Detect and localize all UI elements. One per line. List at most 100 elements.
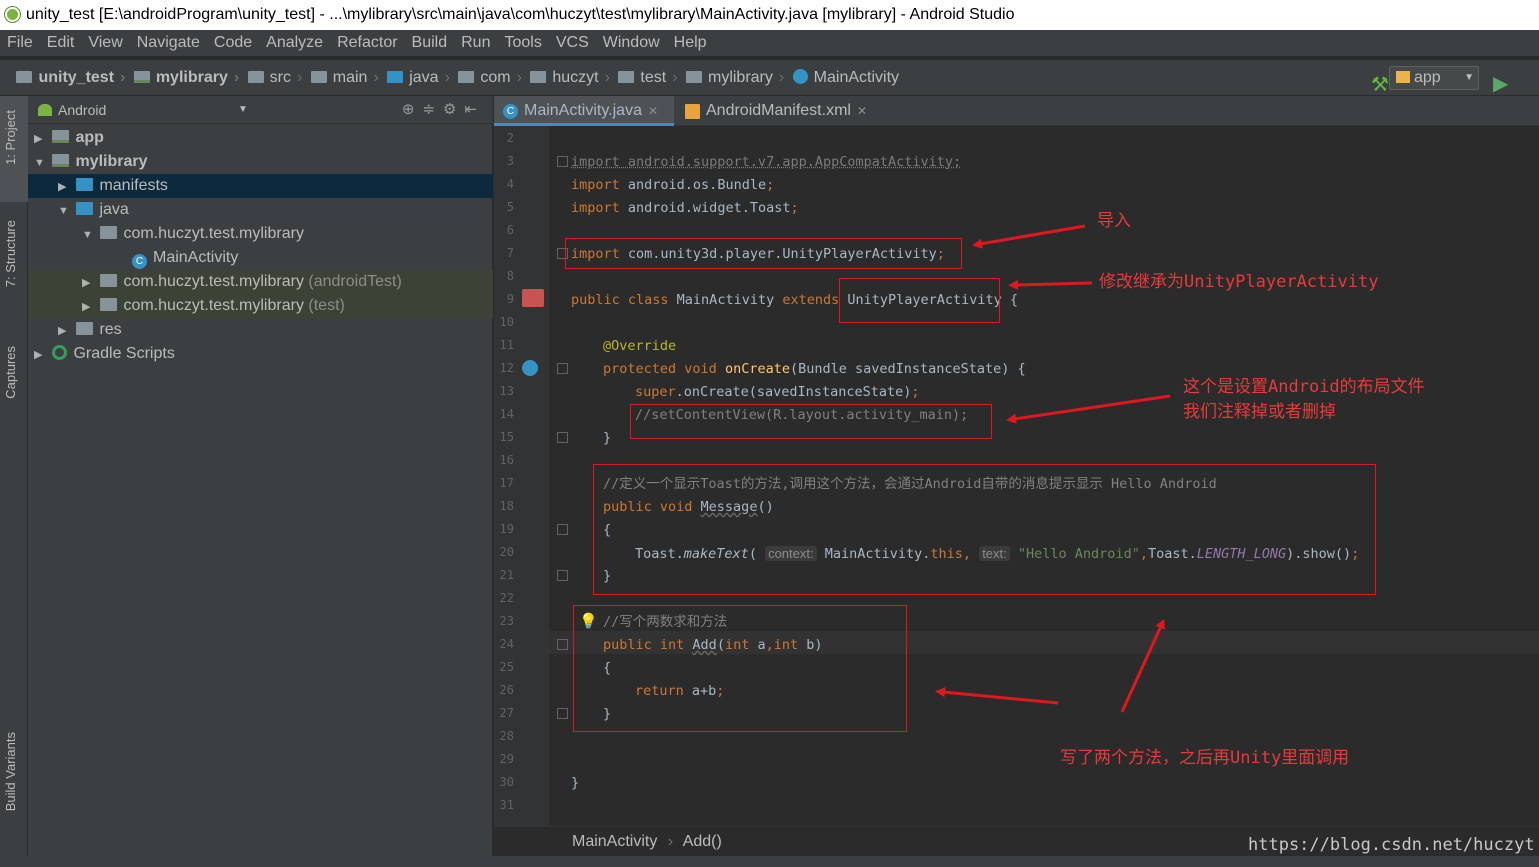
expand-arrow-icon[interactable]: ▶ xyxy=(34,127,48,151)
expand-arrow-icon[interactable]: ▶ xyxy=(58,175,72,199)
line-number: 16 xyxy=(499,453,514,467)
folder-icon xyxy=(76,178,94,191)
collapse-all-icon[interactable]: ≑ xyxy=(422,101,443,118)
fold-marker-icon[interactable] xyxy=(557,363,568,374)
tool-tab-build-variants[interactable]: Build Variants xyxy=(3,732,18,811)
nav-crumb-main[interactable]: main › xyxy=(310,60,379,96)
tree-item-gradle-scripts[interactable]: ▶ Gradle Scripts xyxy=(28,342,493,366)
nav-crumb-project[interactable]: unity_test › xyxy=(16,60,125,96)
menu-analyze[interactable]: Analyze xyxy=(259,30,330,56)
nav-crumb-huczyt[interactable]: huczyt › xyxy=(530,60,610,96)
chevron-down-icon: ▼ xyxy=(1464,72,1474,83)
expand-arrow-icon[interactable]: ▶ xyxy=(58,319,72,343)
folder-icon xyxy=(310,71,327,83)
nav-crumb-test[interactable]: test › xyxy=(618,60,678,96)
line-number: 30 xyxy=(499,775,514,789)
android-studio-icon xyxy=(5,7,20,22)
line-number: 4 xyxy=(506,177,514,191)
nav-crumb-module[interactable]: mylibrary › xyxy=(133,60,239,96)
package-icon xyxy=(530,71,547,83)
code-line-15: } xyxy=(603,430,612,446)
line-number: 29 xyxy=(499,752,514,766)
nav-crumb-com[interactable]: com › xyxy=(458,60,522,96)
line-number: 8 xyxy=(506,269,514,283)
android-activity-gutter-icon[interactable] xyxy=(522,289,544,307)
hide-panel-icon[interactable]: ⇤ xyxy=(464,101,485,118)
tree-item-mainactivity[interactable]: C MainActivity xyxy=(28,246,493,270)
menu-code[interactable]: Code xyxy=(207,30,259,56)
gear-icon[interactable]: ⚙ xyxy=(443,101,464,118)
tree-item-package-test[interactable]: ▶ com.huczyt.test.mylibrary (test) xyxy=(28,294,493,318)
source-folder-icon xyxy=(387,71,404,83)
tab-androidmanifest-xml[interactable]: AndroidManifest.xml ✕ xyxy=(676,96,876,126)
class-icon: C xyxy=(503,104,518,119)
collapse-arrow-icon[interactable]: ▼ xyxy=(82,223,96,247)
module-icon xyxy=(133,71,150,83)
tree-item-manifests[interactable]: ▶ manifests xyxy=(28,174,493,198)
fold-marker-icon[interactable] xyxy=(557,524,568,535)
class-icon xyxy=(792,69,808,84)
fold-marker-icon[interactable] xyxy=(557,639,568,650)
nav-crumb-mainactivity[interactable]: MainActivity xyxy=(792,60,899,96)
nav-crumb-mylibrary[interactable]: mylibrary › xyxy=(685,60,784,96)
code-line-11: @Override xyxy=(603,338,677,354)
navigation-bar: unity_test › mylibrary › src › main › java › … xyxy=(0,60,1539,96)
close-icon[interactable]: ✕ xyxy=(648,104,658,118)
res-folder-icon xyxy=(76,322,94,335)
tree-item-app[interactable]: ▶ app xyxy=(28,126,493,150)
line-number: 21 xyxy=(499,568,514,582)
menu-view[interactable]: View xyxy=(81,30,129,56)
line-number: 23 xyxy=(499,614,514,628)
line-number: 14 xyxy=(499,407,514,421)
menu-run[interactable]: Run xyxy=(454,30,497,56)
breadcrumb-method[interactable]: Add() xyxy=(683,833,722,850)
menu-edit[interactable]: Edit xyxy=(40,30,82,56)
expand-arrow-icon[interactable]: ▶ xyxy=(82,295,96,319)
tool-tab-structure[interactable]: 7: Structure xyxy=(3,220,18,287)
tree-item-java[interactable]: ▼ java xyxy=(28,198,493,222)
menu-help[interactable]: Help xyxy=(667,30,714,56)
menu-vcs[interactable]: VCS xyxy=(549,30,596,56)
android-icon xyxy=(38,104,52,116)
menu-tools[interactable]: Tools xyxy=(497,30,548,56)
fold-marker-icon[interactable] xyxy=(557,156,568,167)
scroll-from-source-icon[interactable]: ⊕ xyxy=(402,101,423,118)
chevron-down-icon[interactable]: ▼ xyxy=(238,96,248,124)
xml-file-icon xyxy=(685,104,700,119)
tool-tab-project[interactable]: 1: Project xyxy=(3,110,18,165)
tab-mainactivity-java[interactable]: C MainActivity.java ✕ xyxy=(494,96,674,126)
android-module-icon xyxy=(1396,71,1410,83)
module-icon xyxy=(52,130,70,143)
tree-item-mylibrary[interactable]: ▼ mylibrary xyxy=(28,150,493,174)
code-line-13: super.onCreate(savedInstanceState); xyxy=(635,384,920,400)
nav-crumb-java[interactable]: java › xyxy=(387,60,450,96)
fold-marker-icon[interactable] xyxy=(557,570,568,581)
expand-arrow-icon[interactable]: ▶ xyxy=(82,271,96,295)
project-tool-window: Android ▼ ⊕≑⚙⇤ ▶ app ▼ mylibrary ▶ manif… xyxy=(28,96,493,867)
line-number: 5 xyxy=(506,200,514,214)
menu-window[interactable]: Window xyxy=(596,30,667,56)
menu-build[interactable]: Build xyxy=(405,30,455,56)
tree-item-res[interactable]: ▶ res xyxy=(28,318,493,342)
override-gutter-icon[interactable] xyxy=(522,360,538,376)
nav-crumb-src[interactable]: src › xyxy=(247,60,302,96)
project-view-select[interactable]: Android xyxy=(58,102,106,118)
collapse-arrow-icon[interactable]: ▼ xyxy=(58,199,72,223)
fold-marker-icon[interactable] xyxy=(557,708,568,719)
collapse-arrow-icon[interactable]: ▼ xyxy=(34,151,48,175)
tool-tab-captures[interactable]: Captures xyxy=(3,346,18,399)
run-configuration-select[interactable]: app ▼ xyxy=(1389,66,1479,90)
menu-refactor[interactable]: Refactor xyxy=(330,30,404,56)
tree-item-package-androidtest[interactable]: ▶ com.huczyt.test.mylibrary (androidTest… xyxy=(28,270,493,294)
tree-item-package-main[interactable]: ▼ com.huczyt.test.mylibrary xyxy=(28,222,493,246)
fold-marker-icon[interactable] xyxy=(557,432,568,443)
package-icon xyxy=(458,71,475,83)
menu-file[interactable]: File xyxy=(0,30,40,56)
code-line-5: import android.widget.Toast; xyxy=(571,200,799,216)
line-number: 7 xyxy=(506,246,514,260)
expand-arrow-icon[interactable]: ▶ xyxy=(34,343,48,367)
line-number: 12 xyxy=(499,361,514,375)
breadcrumb-class[interactable]: MainActivity xyxy=(572,833,657,850)
menu-navigate[interactable]: Navigate xyxy=(130,30,207,56)
close-icon[interactable]: ✕ xyxy=(857,104,867,118)
